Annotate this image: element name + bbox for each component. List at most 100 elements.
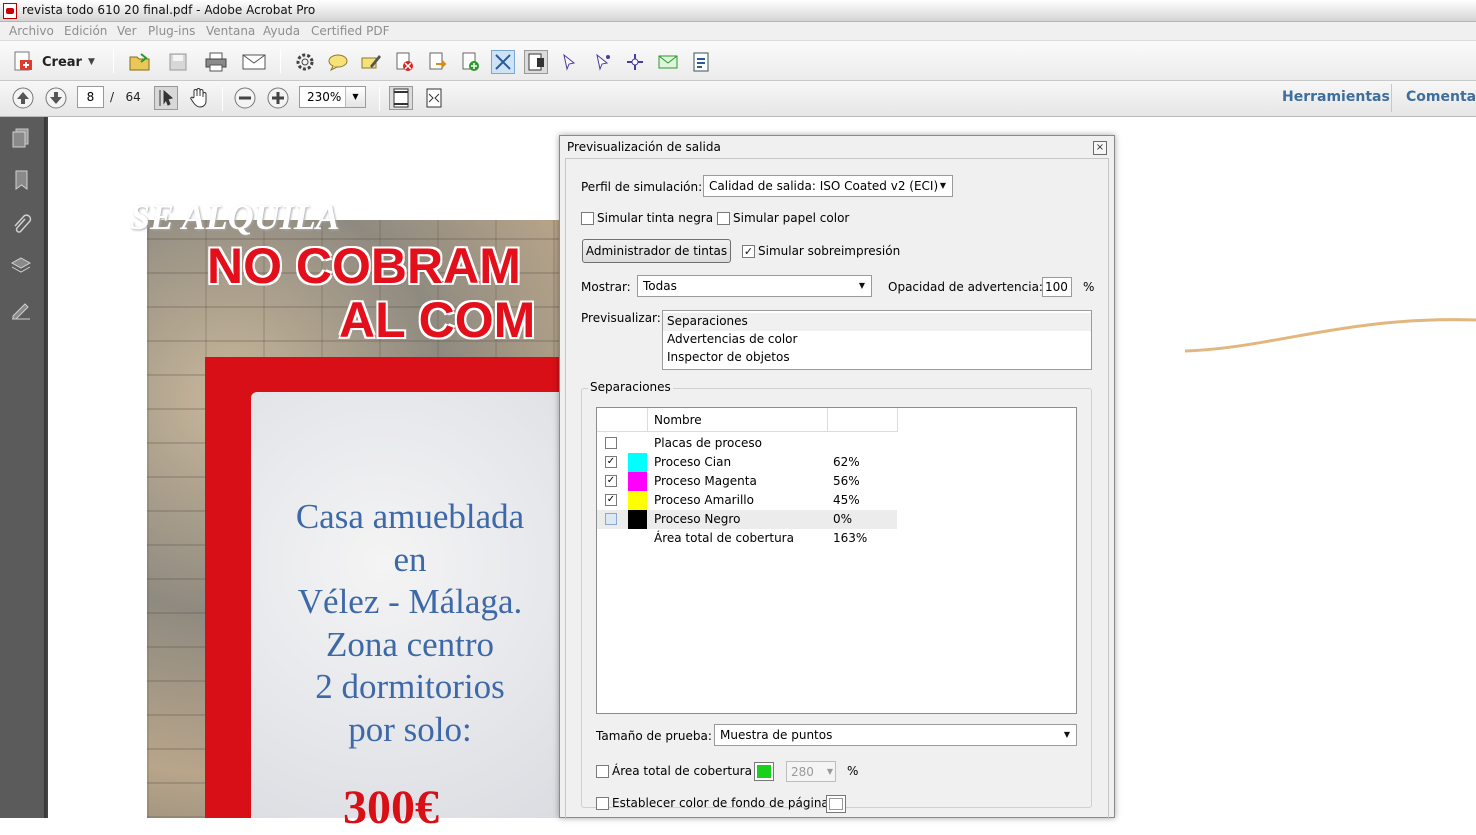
edit-object-tool-icon[interactable] [491, 50, 515, 74]
page-number-input[interactable]: 8 [77, 86, 104, 108]
yellow-swatch [628, 491, 647, 510]
select-tool-icon[interactable] [154, 86, 178, 110]
sample-size-select[interactable]: Muestra de puntos ▼ [714, 724, 1077, 746]
table-row[interactable]: Área total de cobertura 163% [597, 529, 897, 548]
ink-manager-button[interactable]: Administrador de tintas [582, 239, 731, 263]
table-row[interactable]: Placas de proceso [597, 434, 897, 453]
print-icon[interactable] [204, 50, 228, 74]
chevron-down-icon: ▼ [826, 767, 833, 776]
row-name: Área total de cobertura [654, 531, 794, 545]
page-thumbnails-icon[interactable] [10, 127, 32, 149]
show-value: Todas [643, 279, 677, 293]
next-page-icon[interactable] [44, 86, 68, 110]
export-page-icon[interactable] [425, 50, 449, 74]
magenta-swatch [628, 472, 647, 491]
layers-icon[interactable] [10, 255, 32, 277]
preview-option-separations[interactable]: Separaciones [663, 313, 1091, 331]
row-checkbox[interactable]: ✓ [605, 494, 617, 506]
row-checkbox[interactable] [605, 437, 617, 449]
bookmarks-icon[interactable] [10, 169, 32, 191]
menu-ver[interactable]: Ver [117, 24, 137, 38]
total-coverage-select[interactable]: 280 ▼ [786, 761, 836, 782]
signatures-icon[interactable] [10, 299, 32, 321]
hand-tool-icon[interactable] [187, 86, 211, 110]
zoom-combo[interactable]: 230% ▼ [299, 86, 366, 108]
simulation-profile-value: Calidad de salida: ISO Coated v2 (ECI) [709, 179, 939, 193]
row-name: Proceso Amarillo [654, 493, 754, 507]
page-background-checkbox[interactable] [596, 797, 609, 810]
table-header-name[interactable]: Nombre [648, 408, 828, 432]
total-coverage-value: 280 [791, 765, 814, 779]
poster-line: Zona centro [325, 624, 495, 664]
table-row[interactable]: ✓ Proceso Cian 62% [597, 453, 897, 472]
separations-table: Nombre Placas de proceso ✓ Proceso Cian … [596, 407, 1077, 714]
row-checkbox[interactable] [605, 513, 617, 525]
output-preview-icon[interactable] [524, 50, 548, 74]
create-pdf-icon [14, 51, 32, 71]
toolbar-divider [379, 87, 380, 111]
menu-edicion[interactable]: Edición [64, 24, 107, 38]
zoom-out-icon[interactable] [233, 86, 257, 110]
insert-page-icon[interactable] [458, 50, 482, 74]
table-row[interactable]: ✓ Proceso Amarillo 45% [597, 491, 897, 510]
highlight-pen-icon[interactable] [359, 50, 383, 74]
select-object-icon[interactable] [557, 50, 581, 74]
move-object-icon[interactable] [623, 50, 647, 74]
touchup-object-icon[interactable] [590, 50, 614, 74]
warning-opacity-input[interactable]: 100 [1042, 277, 1072, 297]
open-folder-icon[interactable] [128, 50, 152, 74]
menu-certified-pdf[interactable]: Certified PDF [311, 24, 390, 38]
create-button[interactable]: Crear ▼ [12, 49, 95, 75]
tab-comment[interactable]: Comentar [1406, 89, 1476, 105]
chevron-down-icon[interactable]: ▼ [934, 176, 952, 196]
warning-opacity-unit: % [1083, 280, 1095, 294]
simulate-overprint-checkbox[interactable]: ✓ [742, 245, 755, 258]
title-bar: revista todo 610 20 final.pdf - Adobe Ac… [0, 0, 1476, 22]
attachments-icon[interactable] [10, 213, 32, 235]
previous-page-icon[interactable] [11, 86, 35, 110]
simulation-profile-select[interactable]: Calidad de salida: ISO Coated v2 (ECI) ▼ [703, 175, 953, 197]
row-checkbox[interactable]: ✓ [605, 456, 617, 468]
close-icon[interactable]: × [1093, 141, 1107, 155]
chevron-down-icon[interactable]: ▼ [853, 276, 871, 296]
preview-listbox[interactable]: Separaciones Advertencias de color Inspe… [662, 310, 1092, 370]
poster-line: 2 dormitorios [315, 667, 505, 706]
chevron-down-icon[interactable]: ▼ [345, 87, 365, 107]
preview-option-color-warnings[interactable]: Advertencias de color [667, 332, 797, 346]
row-value: 56% [833, 474, 860, 488]
table-row[interactable]: ✓ Proceso Magenta 56% [597, 472, 897, 491]
tab-tools[interactable]: Herramientas [1282, 89, 1390, 105]
page-background-label: Establecer color de fondo de página [612, 796, 829, 810]
headline-line-1: NO COBRAM [207, 238, 521, 294]
toolbar-divider [222, 87, 223, 111]
page-background-swatch[interactable] [826, 795, 846, 813]
total-coverage-checkbox[interactable] [596, 765, 609, 778]
row-checkbox[interactable]: ✓ [605, 475, 617, 487]
menu-ventana[interactable]: Ventana [206, 24, 255, 38]
coverage-color-swatch[interactable] [754, 762, 774, 781]
menu-plugins[interactable]: Plug-ins [148, 24, 195, 38]
simulate-black-ink-checkbox[interactable] [581, 212, 594, 225]
email-icon[interactable] [242, 50, 266, 74]
table-row[interactable]: Proceso Negro 0% [597, 510, 897, 529]
preview-option-object-inspector[interactable]: Inspector de objetos [667, 350, 790, 364]
tab-divider [1391, 84, 1392, 112]
page-count: / 64 [110, 90, 141, 104]
simulate-paper-color-checkbox[interactable] [717, 212, 730, 225]
delete-page-icon[interactable] [392, 50, 416, 74]
menu-archivo[interactable]: Archivo [9, 24, 54, 38]
comment-bubble-icon[interactable] [326, 50, 350, 74]
simulate-paper-color-label: Simular papel color [733, 211, 850, 225]
preflight-icon[interactable] [689, 50, 713, 74]
show-select[interactable]: Todas ▼ [637, 275, 872, 297]
chevron-down-icon[interactable]: ▼ [1058, 725, 1076, 745]
zoom-in-icon[interactable] [266, 86, 290, 110]
settings-gear-icon[interactable] [293, 50, 317, 74]
dialog-title: Previsualización de salida [567, 140, 721, 154]
save-icon[interactable] [166, 50, 190, 74]
fit-width-icon[interactable] [422, 86, 446, 110]
menu-ayuda[interactable]: Ayuda [263, 24, 300, 38]
fit-page-icon[interactable] [389, 86, 413, 110]
send-mail-icon[interactable] [656, 50, 680, 74]
table-header-check [597, 408, 648, 432]
